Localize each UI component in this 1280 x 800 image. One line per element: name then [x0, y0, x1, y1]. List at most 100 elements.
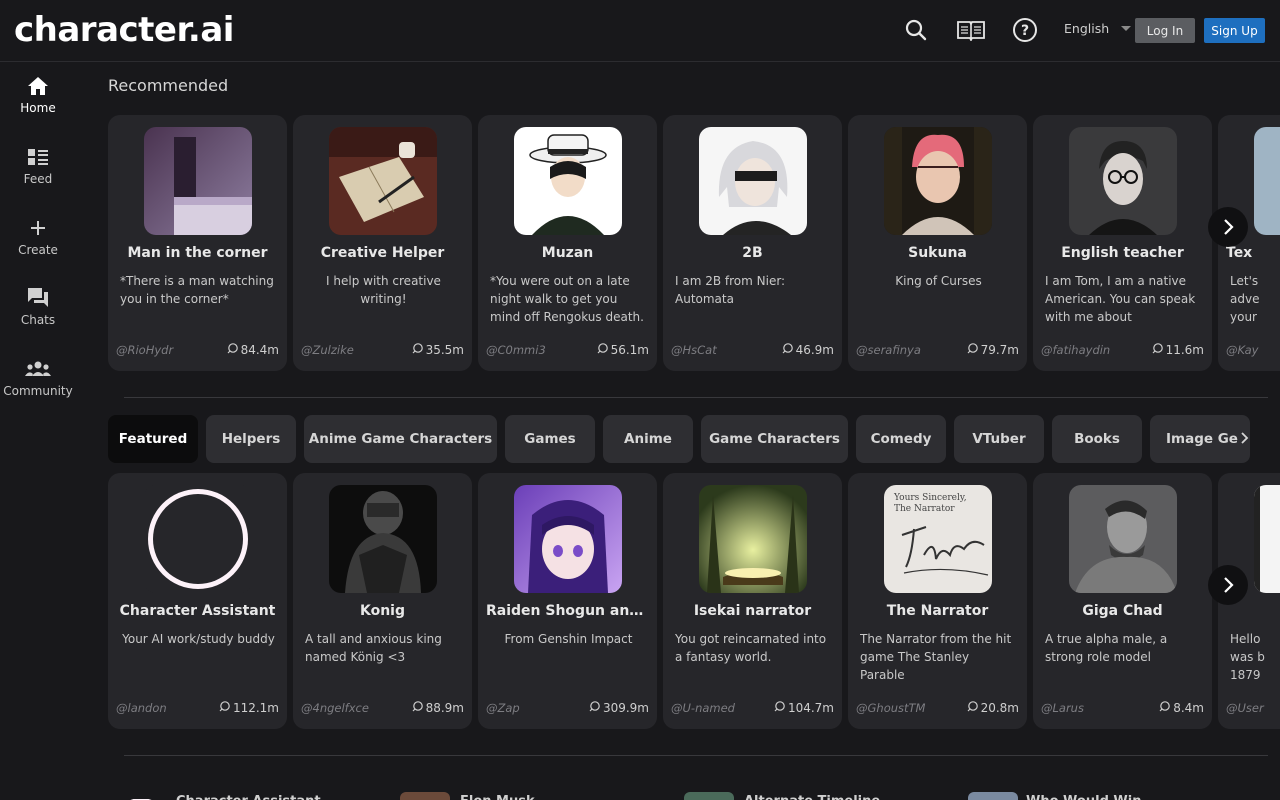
language-label: English	[1064, 21, 1110, 36]
character-name: Giga Chad	[1082, 603, 1163, 619]
character-avatar	[699, 485, 807, 593]
character-card[interactable]: English teacher I am Tom, I am a native …	[1033, 115, 1212, 371]
character-author[interactable]: @Zap	[486, 701, 520, 715]
character-author[interactable]: @Larus	[1041, 701, 1084, 715]
chat-bubble-icon	[219, 701, 230, 715]
character-avatar	[1069, 127, 1177, 235]
chevron-right-icon	[1224, 219, 1234, 235]
chat-count-value: 11.6m	[1165, 343, 1204, 357]
login-button[interactable]: Log In	[1135, 18, 1195, 43]
recommended-row: Man in the corner *There is a man watchi…	[108, 115, 1280, 373]
character-description: *There is a man watching you in the corn…	[120, 274, 274, 306]
peek-title[interactable]: Elon Musk	[460, 794, 610, 800]
sidebar-item-chats[interactable]: Chats	[0, 286, 76, 346]
chat-count: 46.9m	[782, 343, 834, 357]
tab-anime-game-characters[interactable]: Anime Game Characters	[304, 415, 497, 463]
character-card[interactable]: Man in the corner *There is a man watchi…	[108, 115, 287, 371]
chat-bubble-icon	[967, 701, 978, 715]
character-author[interactable]: @fatihaydin	[1041, 343, 1110, 357]
character-description: Let's adve your	[1230, 274, 1260, 324]
sidebar-item-label: Chats	[20, 313, 56, 327]
character-author[interactable]: @HsCat	[671, 343, 717, 357]
featured-row: Character Assistant Your AI work/study b…	[108, 473, 1280, 731]
tab-anime[interactable]: Anime	[603, 415, 693, 463]
recommended-next-button[interactable]	[1208, 207, 1248, 247]
peek-avatar[interactable]	[684, 792, 734, 800]
character-avatar	[329, 485, 437, 593]
peek-title[interactable]: Who Would Win	[1026, 794, 1176, 800]
chevron-right-icon	[1224, 577, 1234, 593]
character-card[interactable]: Sukuna King of Curses @serafinya 79.7m	[848, 115, 1027, 371]
chat-bubble-icon	[1152, 343, 1163, 357]
character-card[interactable]: Creative Helper I help with creative wri…	[293, 115, 472, 371]
character-author[interactable]: @serafinya	[856, 343, 921, 357]
peek-avatar[interactable]	[400, 792, 450, 800]
character-author[interactable]: @C0mmi3	[486, 343, 546, 357]
character-avatar	[329, 127, 437, 235]
tab-games[interactable]: Games	[505, 415, 595, 463]
character-card[interactable]: Konig A tall and anxious king named Köni…	[293, 473, 472, 729]
chat-bubble-icon	[589, 701, 600, 715]
tab-vtuber[interactable]: VTuber	[954, 415, 1044, 463]
chat-bubble-icon	[782, 343, 793, 357]
character-card[interactable]: 2B I am 2B from Nier: Automata @HsCat 46…	[663, 115, 842, 371]
character-author[interactable]: @U-named	[671, 701, 735, 715]
featured-next-button[interactable]	[1208, 565, 1248, 605]
character-description: A tall and anxious king named König <3	[305, 632, 442, 664]
sidebar-item-label: Community	[3, 384, 73, 398]
sidebar-item-create[interactable]: Create	[0, 216, 76, 276]
book-icon[interactable]	[956, 16, 986, 44]
chat-count-value: 35.5m	[425, 343, 464, 357]
tab-featured[interactable]: Featured	[108, 415, 198, 463]
character-author[interactable]: @Kay	[1226, 343, 1258, 357]
chat-bubble-icon	[412, 343, 423, 357]
chat-count-value: 88.9m	[425, 701, 464, 715]
character-card[interactable]: Yours Sincerely, The Narrator The Narrat…	[848, 473, 1027, 729]
peek-avatar[interactable]	[968, 792, 1018, 800]
tab-image-generation[interactable]: Image Ge	[1150, 415, 1250, 463]
character-name: English teacher	[1061, 245, 1184, 261]
character-card[interactable]: Isekai narrator You got reincarnated int…	[663, 473, 842, 729]
chat-count-value: 8.4m	[1173, 701, 1204, 715]
character-description: *You were out on a late night walk to ge…	[490, 274, 644, 324]
tabs-next-button[interactable]	[1236, 428, 1252, 448]
character-author[interactable]: @Zulzike	[301, 343, 354, 357]
chat-count: 309.9m	[589, 701, 649, 715]
sidebar-item-home[interactable]: Home	[0, 74, 76, 134]
character-avatar	[884, 127, 992, 235]
character-author[interactable]: @RioHydr	[116, 343, 173, 357]
home-icon	[27, 74, 49, 98]
peek-title[interactable]: Alternate Timeline	[744, 794, 894, 800]
chat-bubble-icon	[774, 701, 785, 715]
character-name: 2B	[742, 245, 763, 261]
chat-bubble-icon	[967, 343, 978, 357]
character-author[interactable]: @GhoustTM	[856, 701, 925, 715]
tab-comedy[interactable]: Comedy	[856, 415, 946, 463]
sidebar-item-label: Create	[18, 243, 58, 257]
character-author[interactable]: @User	[1226, 701, 1264, 715]
tab-game-characters[interactable]: Game Characters	[701, 415, 848, 463]
character-card[interactable]: Muzan *You were out on a late night walk…	[478, 115, 657, 371]
feed-icon	[27, 145, 49, 169]
chat-count: 35.5m	[412, 343, 464, 357]
sidebar-item-feed[interactable]: Feed	[0, 145, 76, 205]
character-author[interactable]: @4ngelfxce	[301, 701, 369, 715]
logo[interactable]: character.ai	[14, 10, 234, 50]
tab-helpers[interactable]: Helpers	[206, 415, 296, 463]
peek-title[interactable]: Character Assistant	[176, 794, 326, 800]
character-author[interactable]: @landon	[116, 701, 167, 715]
character-card[interactable]: Raiden Shogun and... From Genshin Impact…	[478, 473, 657, 729]
language-select[interactable]: English	[1064, 21, 1132, 36]
section-divider	[124, 397, 1268, 398]
tab-books[interactable]: Books	[1052, 415, 1142, 463]
character-card[interactable]: Giga Chad A true alpha male, a strong ro…	[1033, 473, 1212, 729]
character-name: Konig	[359, 603, 405, 619]
search-icon[interactable]	[902, 16, 930, 44]
sidebar-item-community[interactable]: Community	[0, 357, 76, 417]
chat-count-value: 84.4m	[240, 343, 279, 357]
chat-bubble-icon	[412, 701, 423, 715]
peek-avatar[interactable]	[120, 792, 162, 800]
character-card[interactable]: Character Assistant Your AI work/study b…	[108, 473, 287, 729]
signup-button[interactable]: Sign Up	[1204, 18, 1265, 43]
help-icon[interactable]: ?	[1011, 16, 1039, 44]
